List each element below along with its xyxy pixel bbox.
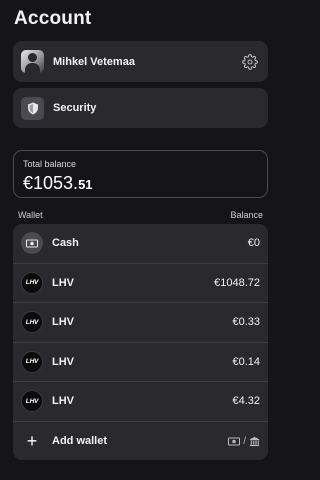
- wallet-name: LHV: [52, 316, 74, 329]
- wallet-amount: €4.32: [232, 395, 260, 408]
- bank-icon: [249, 436, 260, 446]
- profile-card[interactable]: Mihkel Vetemaa: [13, 41, 268, 82]
- cash-icon: [21, 232, 43, 255]
- lhv-logo-icon: LHV: [21, 350, 43, 373]
- gear-icon[interactable]: [242, 53, 258, 70]
- icon-separator: /: [243, 435, 246, 447]
- security-row[interactable]: Security: [13, 88, 268, 128]
- wallet-amount: €0.14: [232, 355, 260, 368]
- wallet-name: LHV: [52, 395, 74, 408]
- cash-icon: [228, 437, 241, 446]
- wallet-amount: €0: [247, 237, 260, 250]
- plus-icon: +: [26, 431, 38, 452]
- balance-cents: 51: [78, 177, 93, 192]
- wallet-row-lhv[interactable]: LHV LHV €1048.72: [13, 264, 268, 303]
- wallet-name: Cash: [52, 237, 79, 250]
- wallet-name: LHV: [52, 276, 74, 289]
- wallet-row-lhv[interactable]: LHV LHV €0.33: [13, 303, 268, 343]
- wallet-list-header: Wallet Balance: [18, 210, 263, 220]
- balance-whole: €1053.: [23, 173, 79, 193]
- lhv-logo-icon: LHV: [21, 311, 43, 334]
- total-balance-card: Total balance €1053.51: [13, 150, 268, 198]
- wallet-amount: €0.33: [232, 316, 260, 329]
- wallet-amount: €1048.72: [214, 276, 260, 289]
- wallet-column-header: Wallet: [18, 210, 43, 220]
- total-balance-label: Total balance: [23, 159, 77, 169]
- lhv-logo-icon: LHV: [21, 390, 43, 413]
- security-label: Security: [53, 102, 97, 114]
- page-title: Account: [14, 8, 92, 29]
- total-balance-amount: €1053.51: [23, 173, 93, 194]
- balance-column-header: Balance: [230, 210, 263, 220]
- add-wallet-button[interactable]: + Add wallet /: [13, 422, 268, 462]
- shield-icon: [21, 96, 44, 120]
- add-wallet-type-icons: /: [228, 436, 260, 447]
- wallet-row-lhv[interactable]: LHV LHV €4.32: [13, 382, 268, 422]
- wallet-row-cash[interactable]: Cash €0: [13, 224, 268, 264]
- wallet-name: LHV: [52, 355, 74, 368]
- add-wallet-label: Add wallet: [52, 435, 108, 448]
- lhv-logo-icon: LHV: [21, 271, 43, 294]
- wallet-row-lhv[interactable]: LHV LHV €0.14: [13, 343, 268, 382]
- wallet-list: Cash €0 LHV LHV €1048.72 LHV LHV €0.33 L…: [13, 224, 268, 460]
- avatar: [21, 50, 44, 73]
- profile-name: Mihkel Vetemaa: [53, 55, 135, 68]
